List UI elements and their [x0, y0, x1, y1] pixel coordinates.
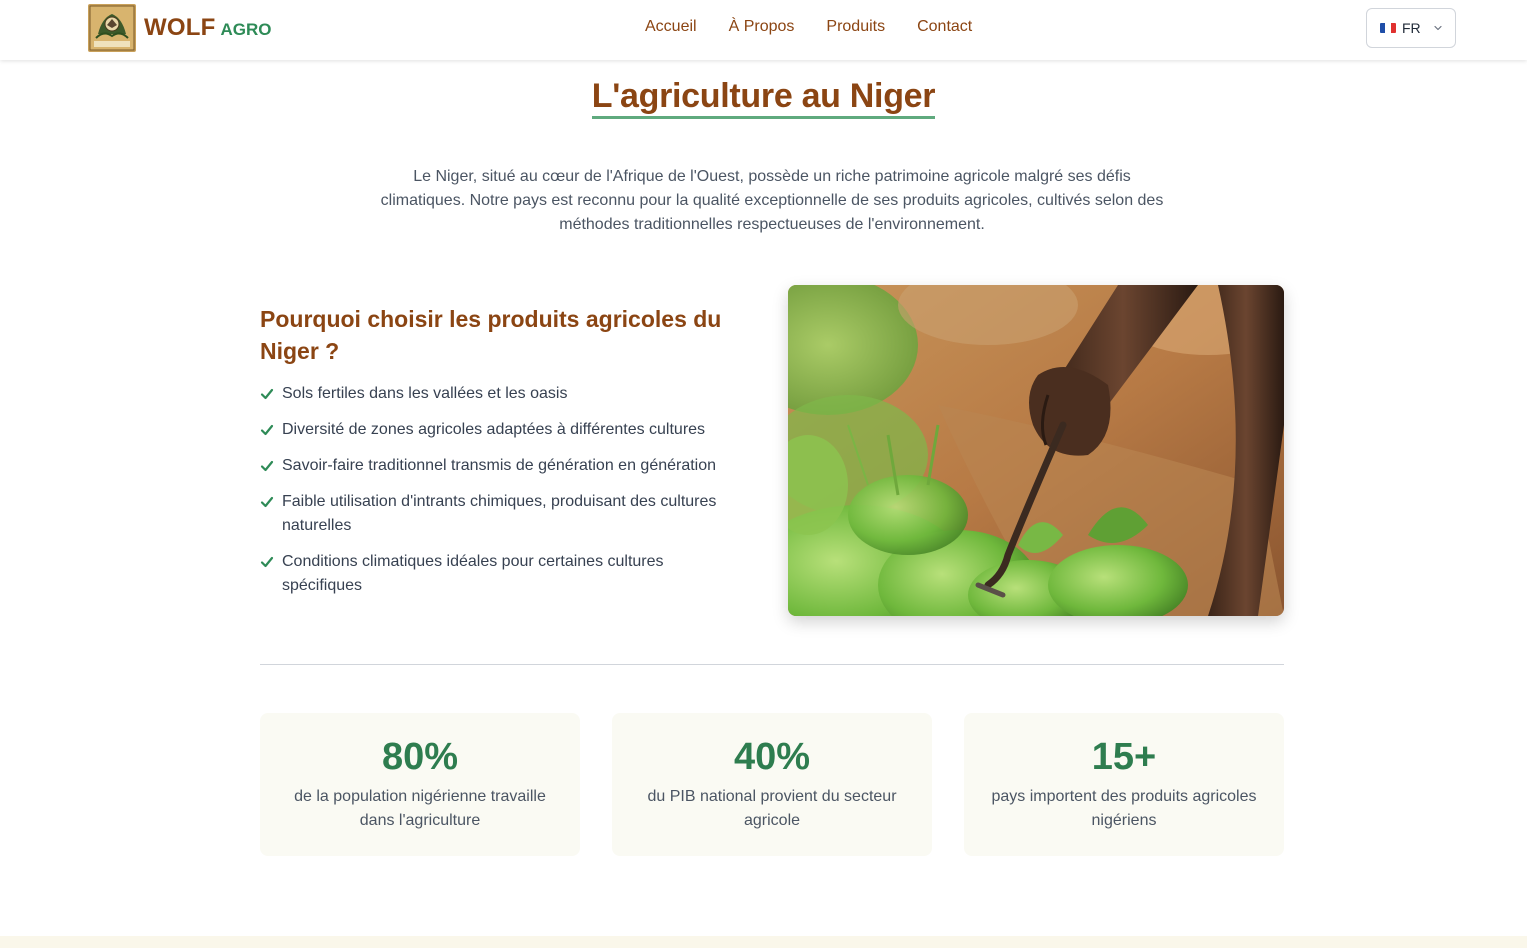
section-divider: [260, 664, 1284, 665]
list-item: Diversité de zones agricoles adaptées à …: [260, 418, 740, 442]
brand-name-agro: AGRO: [220, 20, 272, 39]
france-flag-icon: [1380, 23, 1396, 33]
brand-name: WOLF AGRO: [144, 14, 271, 42]
brand-name-wolf: WOLF: [144, 14, 216, 41]
stat-label: du PIB national provient du secteur agri…: [647, 788, 897, 829]
list-item: Sols fertiles dans les vallées et les oa…: [260, 382, 740, 406]
stat-card-export-countries: 15+ pays importent des produits agricole…: [964, 713, 1284, 856]
list-item-text: Faible utilisation d'intrants chimiques,…: [282, 493, 717, 534]
site-header: WOLF AGRO Accueil À Propos Produits Cont…: [0, 0, 1527, 60]
list-item: Faible utilisation d'intrants chimiques,…: [260, 490, 740, 538]
stat-card-gdp: 40% du PIB national provient du secteur …: [612, 713, 932, 856]
brand-logo-link[interactable]: WOLF AGRO: [88, 4, 271, 52]
footer-edge: [0, 936, 1527, 948]
stat-value: 15+: [1091, 736, 1157, 778]
list-item-text: Conditions climatiques idéales pour cert…: [282, 553, 664, 594]
nav-link-produits[interactable]: Produits: [826, 18, 885, 36]
check-icon: [260, 460, 274, 472]
farmer-crops-photo: [788, 285, 1284, 616]
wolf-agro-logo-icon: [88, 4, 136, 52]
list-item-text: Diversité de zones agricoles adaptées à …: [282, 421, 706, 438]
check-icon: [260, 556, 274, 568]
check-icon: [260, 496, 274, 508]
why-list: Sols fertiles dans les vallées et les oa…: [260, 382, 740, 610]
list-item: Savoir-faire traditionnel transmis de gé…: [260, 454, 740, 478]
chevron-down-icon: [1434, 25, 1442, 31]
list-item-text: Savoir-faire traditionnel transmis de gé…: [282, 457, 717, 474]
why-heading: Pourquoi choisir les produits agricoles …: [260, 306, 722, 364]
language-label: FR: [1402, 20, 1421, 36]
language-selector[interactable]: FR: [1366, 8, 1456, 48]
list-item-text: Sols fertiles dans les vallées et les oa…: [282, 385, 568, 402]
nav-link-a-propos[interactable]: À Propos: [729, 18, 795, 36]
check-icon: [260, 388, 274, 400]
nav-link-contact[interactable]: Contact: [917, 18, 972, 36]
stat-label: pays importent des produits agricoles ni…: [991, 788, 1257, 829]
farmer-crops-image: [788, 285, 1284, 616]
stat-value: 80%: [381, 736, 459, 778]
list-item: Conditions climatiques idéales pour cert…: [260, 550, 740, 598]
main-navigation: Accueil À Propos Produits Contact: [645, 18, 972, 36]
intro-paragraph: Le Niger, situé au cœur de l'Afrique de …: [380, 168, 1164, 233]
nav-link-accueil[interactable]: Accueil: [645, 18, 697, 36]
stat-value: 40%: [733, 736, 811, 778]
page-title-wrap: L'agriculture au Niger: [0, 76, 1527, 119]
check-icon: [260, 424, 274, 436]
stat-label: de la population nigérienne travaille da…: [294, 788, 546, 829]
stat-card-population: 80% de la population nigérienne travaill…: [260, 713, 580, 856]
page-title: L'agriculture au Niger: [591, 76, 936, 119]
